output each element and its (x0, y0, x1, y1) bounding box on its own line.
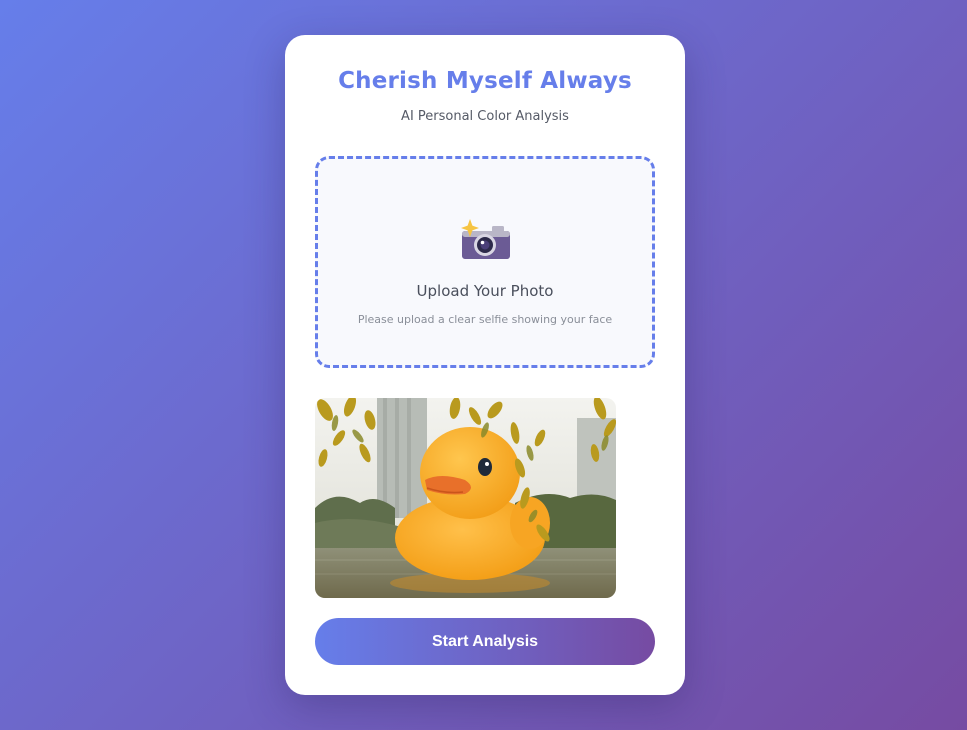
page-subtitle: AI Personal Color Analysis (401, 109, 569, 124)
start-analysis-button[interactable]: Start Analysis (315, 618, 655, 665)
upload-title: Upload Your Photo (416, 282, 554, 300)
upload-hint: Please upload a clear selfie showing you… (357, 313, 613, 326)
photo-preview (315, 398, 616, 598)
analysis-card: Cherish Myself Always AI Personal Color … (285, 35, 685, 695)
page-title: Cherish Myself Always (338, 68, 632, 94)
camera-flash-icon (461, 219, 510, 259)
photo-upload-area[interactable]: Upload Your Photo Please upload a clear … (315, 156, 655, 368)
rubber-duck-photo (315, 398, 616, 598)
